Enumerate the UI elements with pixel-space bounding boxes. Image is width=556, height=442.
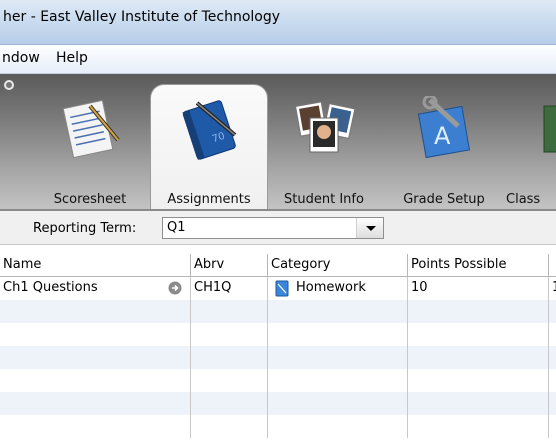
student-photos-icon (295, 101, 356, 153)
category-value: Homework (296, 280, 366, 295)
window-title: her - East Valley Institute of Technolog… (3, 9, 281, 25)
assignment-name: Ch1 Questions (3, 280, 98, 295)
menu-help[interactable]: Help (56, 50, 88, 66)
scoresheet-icon (62, 99, 120, 159)
window-titlebar: her - East Valley Institute of Technolog… (0, 0, 556, 45)
tab-student-info[interactable]: Student Info (268, 74, 380, 210)
cell-points-possible[interactable]: 10 (408, 277, 549, 300)
empty-row (0, 300, 556, 323)
cell-category[interactable]: Homework (268, 277, 408, 300)
grade-setup-tools-icon: A (417, 96, 471, 159)
tab-assignments-label: Assignments (167, 192, 251, 207)
tab-class[interactable]: Class (504, 74, 556, 210)
assignments-grid: Name Abrv Category Points Possible Ch1 Q… (0, 254, 556, 442)
empty-row (0, 415, 556, 438)
reporting-term-bar: Reporting Term: Q1 (0, 211, 556, 245)
empty-row (0, 346, 556, 369)
column-header-category[interactable]: Category (268, 254, 408, 276)
module-toolbar: Scoresheet 70 Assignments Student Info A… (0, 74, 556, 210)
tab-student-info-label: Student Info (284, 192, 364, 207)
assignments-notebook-icon: 70 (182, 100, 237, 160)
tab-scoresheet[interactable]: Scoresheet (30, 74, 150, 210)
tab-class-label: Class (506, 192, 541, 207)
tab-grade-setup[interactable]: A Grade Setup (392, 74, 496, 210)
cell-abrv[interactable]: CH1Q (191, 277, 268, 300)
column-header-abrv[interactable]: Abrv (191, 254, 268, 276)
class-icon (543, 105, 556, 153)
menu-bar: ndow Help (0, 45, 556, 74)
cell-name[interactable]: Ch1 Questions (0, 277, 191, 300)
menu-window[interactable]: ndow (2, 50, 40, 66)
chevron-down-icon[interactable] (356, 218, 383, 238)
toolbar-knob-icon[interactable] (4, 80, 14, 90)
tab-scoresheet-label: Scoresheet (53, 192, 127, 207)
grid-header: Name Abrv Category Points Possible (0, 254, 556, 277)
cell-overflow: 1 (549, 277, 556, 300)
tab-assignments[interactable]: 70 Assignments (150, 84, 268, 210)
empty-row (0, 392, 556, 415)
column-header-overflow (549, 254, 556, 276)
reporting-term-label: Reporting Term: (33, 221, 137, 236)
empty-row (0, 369, 556, 392)
homework-category-icon (275, 280, 289, 297)
tab-grade-setup-label: Grade Setup (403, 192, 485, 207)
table-row[interactable]: Ch1 Questions CH1Q Homework 10 1 (0, 277, 556, 300)
empty-row (0, 323, 556, 346)
arrow-circle-icon[interactable] (168, 281, 182, 295)
svg-text:A: A (434, 122, 451, 150)
column-header-points-possible[interactable]: Points Possible (408, 254, 549, 276)
column-header-name[interactable]: Name (0, 254, 191, 276)
reporting-term-select[interactable]: Q1 (162, 217, 384, 239)
reporting-term-value: Q1 (167, 220, 186, 235)
